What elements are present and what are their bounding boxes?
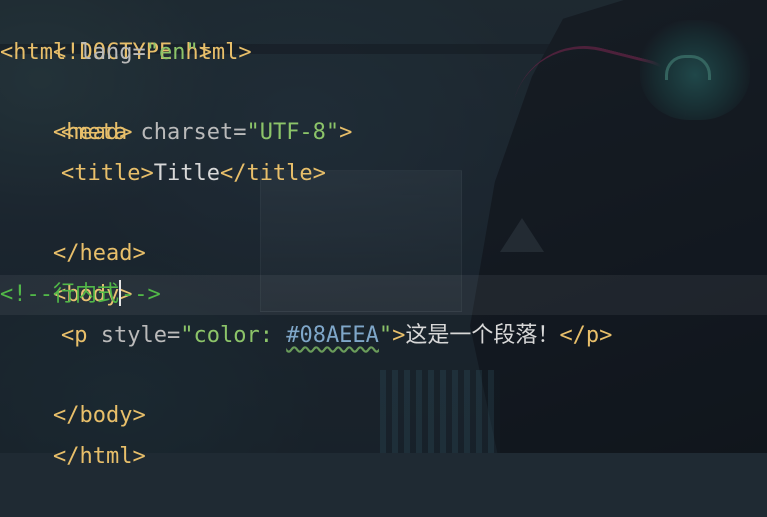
color-value-token: #08AEEA <box>286 323 379 348</box>
text-token: 这是一个段落！ <box>405 323 560 348</box>
code-line-10[interactable]: </body> <box>0 356 767 428</box>
comment-token: --> <box>121 282 161 307</box>
tag-token: > <box>198 40 212 65</box>
comment-token: 行内式 <box>52 282 119 307</box>
code-line-3[interactable]: <head> <box>0 73 767 145</box>
tag-token: <meta <box>61 120 141 145</box>
comment-token: <!-- <box>0 282 53 307</box>
tag-token: <p <box>61 323 101 348</box>
code-line-1[interactable]: <!DOCTYPE html> <box>0 0 767 65</box>
code-line-2[interactable]: <html lang="en"> <box>0 33 767 73</box>
tag-token: </title> <box>219 161 326 186</box>
code-editor[interactable]: <!DOCTYPE html> <html lang="en"> <head> … <box>0 0 767 469</box>
string-token: "UTF-8" <box>246 120 340 145</box>
tag-token: <html <box>0 40 80 65</box>
string-token: "color: <box>180 323 287 348</box>
attr-token: style= <box>100 323 181 348</box>
tag-token: </p> <box>559 323 613 348</box>
string-token: " <box>378 323 393 348</box>
tag-token: > <box>339 120 353 145</box>
text-token: Title <box>153 161 220 186</box>
code-line-6[interactable]: </head> <box>0 194 767 266</box>
code-line-4[interactable]: <meta charset="UTF-8"> <box>0 113 767 153</box>
tag-token: </html> <box>52 444 146 469</box>
code-line-5[interactable]: <title>Title</title> <box>0 154 767 194</box>
string-token: "en" <box>145 40 199 65</box>
code-line-7[interactable]: <body> <box>0 235 767 307</box>
attr-token: charset= <box>140 120 247 145</box>
code-line-8[interactable]: <!--行内式--> <box>0 275 767 315</box>
tag-token: <title> <box>61 161 154 186</box>
attr-token: lang= <box>79 40 146 65</box>
tag-token: > <box>392 323 406 348</box>
code-line-9[interactable]: <p style="color: #08AEEA">这是一个段落！</p> <box>0 316 767 356</box>
code-line-11[interactable]: </html> <box>0 397 767 469</box>
